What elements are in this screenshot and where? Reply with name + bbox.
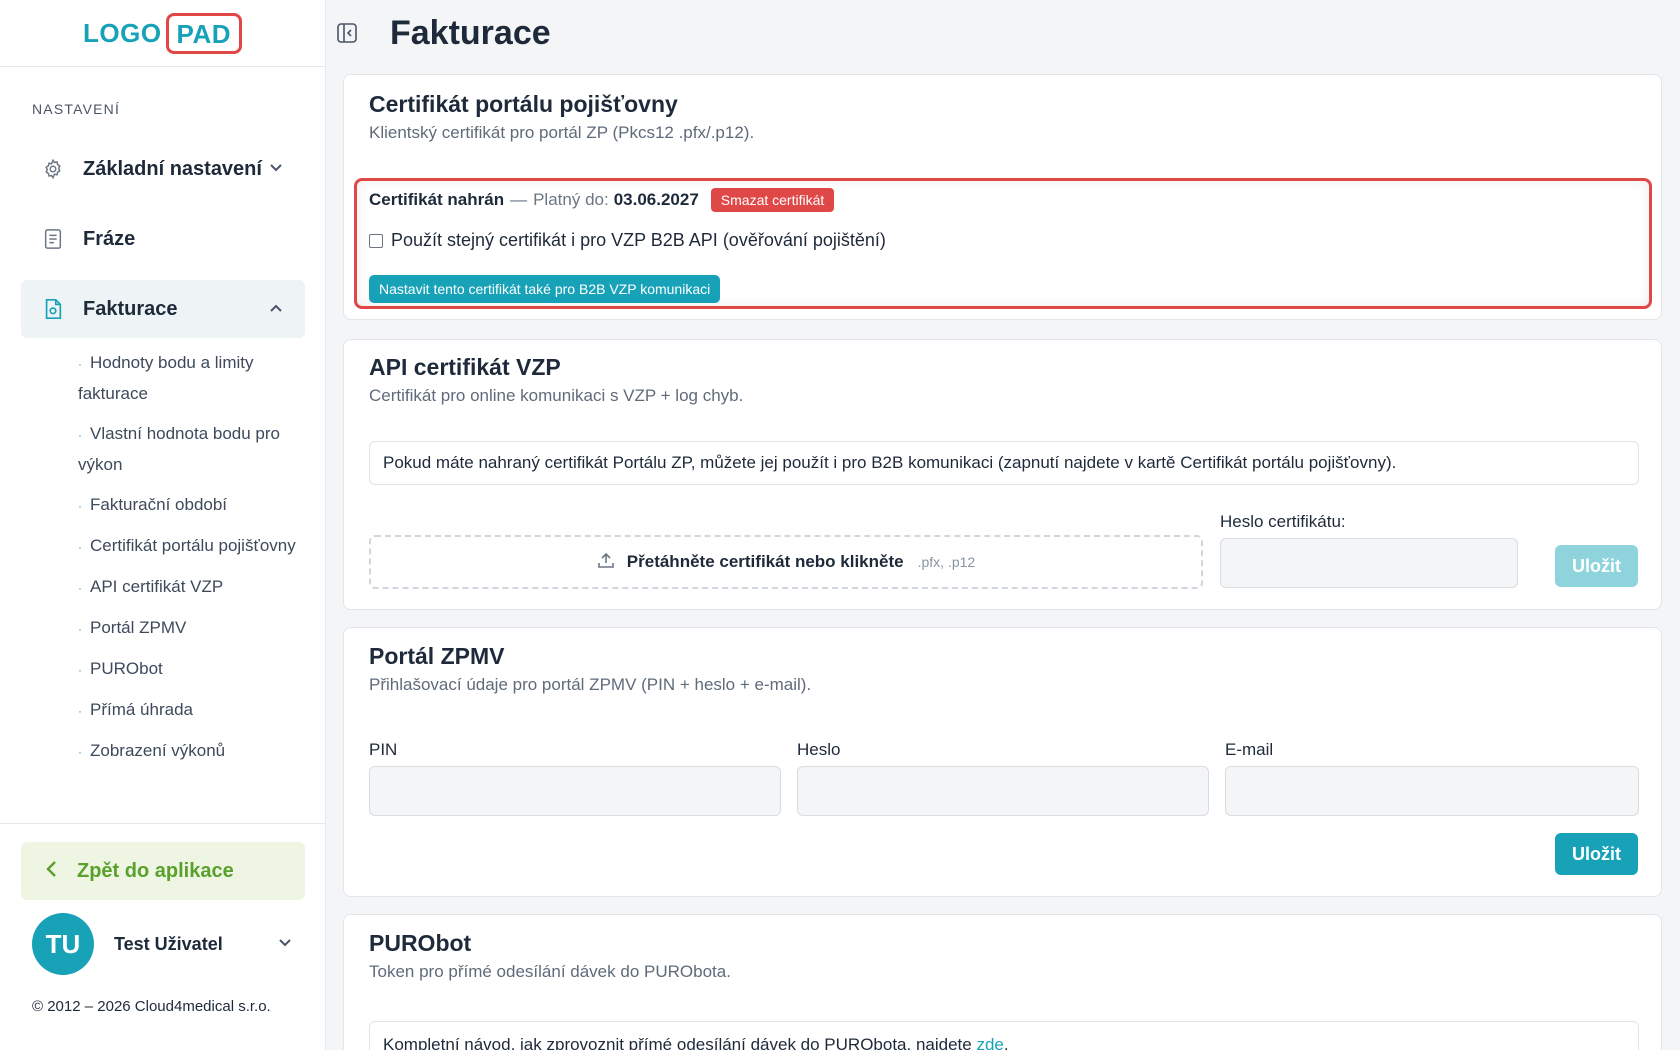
sub-item-zobrazeni-vykonu[interactable]: · Zobrazení výkonů: [78, 736, 306, 767]
purobot-info-text: Kompletní návod, jak zprovoznit přímé od…: [383, 1035, 972, 1050]
card-subtitle: Klientský certifikát pro portál ZP (Pkcs…: [369, 123, 755, 142]
sub-item-certifikat-portalu[interactable]: · Certifikát portálu pojišťovny: [78, 531, 306, 562]
dropzone-extensions: .pfx, .p12: [917, 554, 976, 570]
zpmv-save-button[interactable]: Uložit: [1555, 833, 1638, 875]
logo-area: LOGO PAD: [0, 0, 325, 67]
card-subtitle: Přihlašovací údaje pro portál ZPMV (PIN …: [369, 675, 812, 694]
email-input[interactable]: [1225, 766, 1639, 816]
upload-icon: [597, 551, 615, 574]
sidebar-item-zakladni-nastaveni[interactable]: Základní nastavení: [21, 140, 305, 198]
sub-item-label: Hodnoty bodu a limity fakturace: [78, 353, 254, 403]
email-label: E-mail: [1225, 740, 1274, 759]
api-info-box: Pokud máte nahraný certifikát Portálu ZP…: [369, 441, 1639, 485]
sidebar-item-fraze[interactable]: Fráze: [21, 210, 305, 268]
card-title: API certifikát VZP: [369, 354, 561, 380]
back-to-app-label: Zpět do aplikace: [77, 859, 234, 882]
use-same-cert-label: Použít stejný certifikát i pro VZP B2B A…: [391, 230, 886, 250]
card-title: Portál ZPMV: [369, 643, 505, 669]
chevron-left-icon: [45, 858, 59, 884]
set-b2b-certificate-button[interactable]: Nastavit tento certifikát také pro B2B V…: [369, 275, 721, 303]
purobot-guide-link[interactable]: zde: [976, 1035, 1003, 1050]
cert-portal-card: Certifikát portálu pojišťovny Klientský …: [343, 74, 1662, 320]
sub-item-label: Fakturační období: [90, 495, 228, 514]
valid-until-label: Platný do:: [533, 190, 609, 209]
sub-item-label: Vlastní hodnota bodu pro výkon: [78, 424, 280, 474]
sub-item-hodnoty-bodu[interactable]: · Hodnoty bodu a limity fakturace: [78, 348, 306, 409]
avatar: TU: [32, 913, 94, 975]
sub-item-label: PURObot: [90, 659, 163, 678]
sub-item-vlastni-hodnota[interactable]: · Vlastní hodnota bodu pro výkon: [78, 419, 306, 480]
sub-item-portal-zpmv[interactable]: · Portál ZPMV: [78, 613, 306, 644]
sub-item-label: Zobrazení výkonů: [90, 741, 226, 760]
purobot-info-suffix: .: [1003, 1035, 1009, 1050]
use-same-cert-checkbox[interactable]: [369, 233, 383, 248]
sidebar-divider: [0, 823, 326, 824]
use-same-cert-row[interactable]: Použít stejný certifikát i pro VZP B2B A…: [369, 230, 886, 251]
valid-until-date: 03.06.2027: [613, 190, 699, 209]
sub-item-fakturacni-obdobi[interactable]: · Fakturační období: [78, 490, 306, 521]
back-to-app-button[interactable]: Zpět do aplikace: [21, 842, 305, 900]
sidebar-item-fakturace[interactable]: Fakturace: [21, 280, 305, 338]
delete-certificate-button[interactable]: Smazat certifikát: [710, 188, 835, 212]
zpmv-password-label: Heslo: [797, 740, 841, 759]
sub-item-label: Certifikát portálu pojišťovny: [90, 536, 296, 555]
sidebar-item-label: Fráze: [83, 227, 136, 250]
card-title: Certifikát portálu pojišťovny: [369, 91, 678, 117]
page-title: Fakturace: [390, 14, 551, 52]
sidebar-sub-list: · Hodnoty bodu a limity fakturace · Vlastn…: [78, 348, 306, 777]
api-cert-card: API certifikát VZP Certifikát pro online…: [343, 339, 1662, 610]
sidebar: LOGO PAD NASTAVENÍ Základní nastavení Fr…: [0, 0, 326, 1050]
sidebar-item-label: Základní nastavení: [83, 157, 262, 180]
sub-item-purobot[interactable]: · PURObot: [78, 654, 306, 685]
sub-item-prima-uhrada[interactable]: · Přímá úhrada: [78, 695, 306, 726]
status-dash: —: [510, 190, 528, 209]
purobot-card: PURObot Token pro přímé odesílání dávek …: [343, 914, 1662, 1050]
certificate-dropzone[interactable]: Přetáhněte certifikát nebo klikněte .pfx…: [369, 535, 1203, 589]
dropzone-text: Přetáhněte certifikát nebo klikněte: [626, 552, 904, 571]
sub-item-label: Portál ZPMV: [90, 618, 187, 637]
sidebar-item-label: Fakturace: [83, 297, 178, 320]
document-icon: [41, 227, 65, 251]
pin-input[interactable]: [369, 766, 781, 816]
logo-text-logo: LOGO: [82, 17, 162, 48]
zpmv-card: Portál ZPMV Přihlašovací údaje pro portá…: [343, 627, 1662, 897]
sub-item-label: Přímá úhrada: [90, 700, 193, 719]
user-name: Test Uživatel: [114, 933, 223, 954]
chevron-down-icon: [278, 935, 292, 951]
copyright: © 2012 – 2026 Cloud4medical s.r.o.: [32, 998, 271, 1015]
chevron-up-icon: [269, 300, 283, 316]
cert-password-input[interactable]: [1220, 538, 1518, 588]
logo[interactable]: LOGO PAD: [82, 12, 243, 54]
cert-status: Certifikát nahrán — Platný do: 03.06.202…: [369, 188, 835, 212]
header: Fakturace: [326, 0, 1680, 67]
pin-label: PIN: [369, 740, 398, 759]
cert-uploaded-label: Certifikát nahrán: [369, 190, 505, 209]
sub-item-label: API certifikát VZP: [90, 577, 224, 596]
purobot-info-box: Kompletní návod, jak zprovoznit přímé od…: [369, 1021, 1639, 1050]
invoice-icon: [41, 297, 65, 321]
chevron-down-icon: [269, 160, 283, 176]
gear-icon: [41, 157, 65, 181]
sub-item-api-certifikat[interactable]: · API certifikát VZP: [78, 572, 306, 603]
zpmv-password-input[interactable]: [797, 766, 1209, 816]
logo-text-pad: PAD: [165, 12, 243, 54]
card-subtitle: Token pro přímé odesílání dávek do PUROb…: [369, 962, 731, 981]
user-menu[interactable]: TU Test Uživatel: [32, 913, 292, 975]
section-label-nastaveni: NASTAVENÍ: [32, 101, 121, 117]
card-title: PURObot: [369, 930, 472, 956]
sidebar-collapse-icon[interactable]: [336, 22, 360, 46]
cert-password-label: Heslo certifikátu:: [1220, 512, 1346, 531]
api-save-button[interactable]: Uložit: [1555, 545, 1638, 587]
card-subtitle: Certifikát pro online komunikaci s VZP +…: [369, 386, 744, 405]
